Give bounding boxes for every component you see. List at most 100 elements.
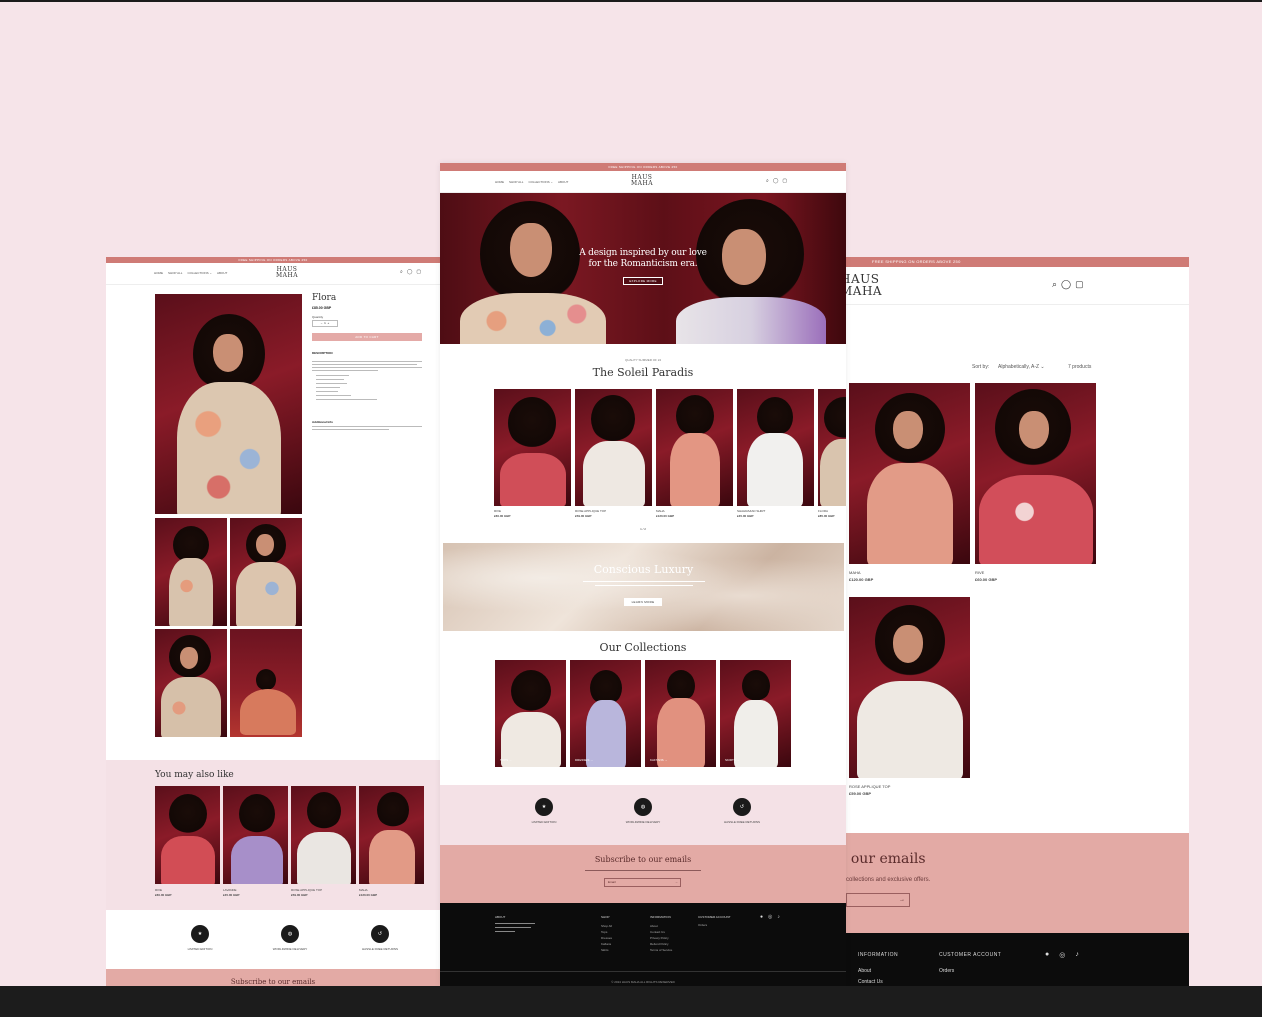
- tiktok-icon[interactable]: ♪: [777, 914, 780, 920]
- also-like-name-2: LAVANDE: [223, 888, 237, 892]
- quantity-stepper[interactable]: − 1 +: [312, 320, 338, 327]
- tiktok-icon[interactable]: ♪: [1075, 951, 1079, 959]
- soleil-paradis-heading: The Soleil Paradis: [592, 366, 694, 379]
- collection-card-price-3: £59.00 GBP: [849, 791, 872, 796]
- footer-link-terms[interactable]: Terms of Service: [650, 947, 672, 953]
- learn-more-button[interactable]: LEARN MORE: [624, 598, 662, 606]
- carousel-card-image-3[interactable]: [656, 389, 733, 506]
- footer-about-text: [495, 923, 535, 932]
- feature-hassle-free-returns: ↺ HASSLE FREE RETURNS: [714, 798, 770, 824]
- instagram-icon[interactable]: ◎: [768, 914, 772, 920]
- facebook-icon[interactable]: ●: [1045, 951, 1049, 959]
- nav-about[interactable]: ABOUT: [217, 271, 227, 275]
- center-announcement-bar: FREE SHIPPING ON ORDERS ABOVE 250: [440, 163, 846, 171]
- user-icon[interactable]: ◯: [407, 269, 413, 275]
- footer-account-heading: CUSTOMER ACCOUNT: [698, 915, 731, 919]
- also-like-card-2[interactable]: [223, 786, 288, 884]
- collection-tops-tile[interactable]: TOPS →: [495, 660, 566, 767]
- right-email-submit[interactable]: →: [846, 893, 910, 907]
- nav-home[interactable]: HOME: [495, 180, 504, 184]
- additional-info-heading: Additional Info: [312, 420, 333, 424]
- right-footer-orders-link[interactable]: Orders: [939, 968, 954, 974]
- also-like-price-3: £59.00 GBP: [291, 893, 308, 897]
- brand-logo[interactable]: HAUS MAHA: [276, 267, 298, 279]
- also-like-card-1[interactable]: [155, 786, 220, 884]
- carousel-card-image-4[interactable]: [737, 389, 814, 506]
- feature-limited-edition: ★ LIMITED EDITION: [516, 798, 572, 824]
- left-subscribe-band: Subscribe to our emails: [106, 969, 440, 986]
- right-footer-about-link[interactable]: About: [858, 968, 871, 974]
- footer-info-heading: INFORMATION: [650, 915, 671, 919]
- product-main-image[interactable]: [155, 294, 302, 514]
- hero-title: A design inspired by our love for the Rom…: [579, 248, 707, 269]
- center-site-header: HOME SHOP ALL COLLECTIONS ⌄ ABOUT HAUS MA…: [440, 171, 846, 193]
- right-announcement-bar: FREE SHIPPING ON ORDERS ABOVE 250: [846, 257, 1189, 267]
- quantity-label: Quantity: [312, 315, 324, 319]
- right-brand-logo[interactable]: HAUSMAHA: [846, 273, 882, 297]
- facebook-icon[interactable]: ●: [760, 914, 763, 920]
- collection-dresses-tile[interactable]: DRESSES →: [570, 660, 641, 767]
- bag-icon[interactable]: ▢: [1075, 279, 1084, 290]
- hero-explore-button[interactable]: EXPLORE MORE: [623, 277, 663, 285]
- center-footer: ABOUT SHOP Shop All Tops Dresses Kaftans…: [440, 903, 846, 986]
- search-icon[interactable]: ⌕: [400, 269, 403, 275]
- product-price: £85.00 GBP: [312, 306, 332, 310]
- collection-kaftans-tile[interactable]: KAFTANS →: [645, 660, 716, 767]
- nav-collections[interactable]: COLLECTIONS ⌄: [528, 180, 553, 184]
- also-like-card-4[interactable]: [359, 786, 424, 884]
- additional-info-text: [312, 426, 422, 430]
- feature-worldwide-delivery: ◍ WORLDWIDE DELIVERY: [262, 925, 318, 951]
- product-thumb-4[interactable]: [230, 629, 302, 737]
- carousel-card-image-5[interactable]: [818, 389, 846, 506]
- center-header-icons: ⌕ ◯ ▢: [766, 178, 787, 184]
- nav-about[interactable]: ABOUT: [558, 180, 568, 184]
- nav-shop-all[interactable]: SHOP ALL: [509, 180, 523, 184]
- site-header: HOME SHOP ALL COLLECTIONS ⌄ ABOUT HAUS MA…: [106, 263, 440, 285]
- product-thumb-1[interactable]: [155, 518, 227, 626]
- carousel-card-image-2[interactable]: [575, 389, 652, 506]
- collection-card-price-2: £60.00 GBP: [975, 577, 998, 582]
- instagram-icon[interactable]: ◎: [1059, 951, 1065, 959]
- search-icon[interactable]: ⌕: [1052, 279, 1057, 290]
- add-to-cart-button[interactable]: ADD TO CART: [312, 333, 422, 341]
- footer-copyright: © 2024 HAUS MAHA ALL RIGHTS RESERVED: [611, 980, 675, 984]
- nav-collections[interactable]: COLLECTIONS ⌄: [187, 271, 212, 275]
- sort-select[interactable]: Alphabetically, A-Z ⌄: [998, 364, 1045, 370]
- right-footer-contact-link[interactable]: Contact Us: [858, 979, 883, 985]
- product-page-mockup: FREE SHIPPING ON ORDERS ABOVE 250 HOME S…: [106, 257, 440, 986]
- right-subscribe-sub: collections and exclusive offers.: [846, 877, 931, 883]
- user-icon[interactable]: ◯: [1061, 279, 1071, 290]
- limited-badge-icon: ★: [535, 798, 553, 816]
- nav-home[interactable]: HOME: [154, 271, 163, 275]
- collection-page-mockup: FREE SHIPPING ON ORDERS ABOVE 250 HAUSMA…: [846, 257, 1189, 986]
- also-like-card-3[interactable]: [291, 786, 356, 884]
- footer-link-orders[interactable]: Orders: [698, 923, 707, 927]
- bag-icon[interactable]: ▢: [782, 178, 787, 184]
- product-thumb-2[interactable]: [230, 518, 302, 626]
- carousel-card-image-1[interactable]: [494, 389, 571, 506]
- carousel-name-3: MAHA: [656, 509, 665, 513]
- center-brand-logo[interactable]: HAUS MAHA: [631, 175, 653, 187]
- limited-badge-icon: ★: [191, 925, 209, 943]
- collection-card-image-1[interactable]: [849, 383, 970, 564]
- collection-card-image-2[interactable]: [975, 383, 1096, 564]
- home-page-mockup: FREE SHIPPING ON ORDERS ABOVE 250 HOME S…: [440, 163, 846, 986]
- center-subscribe-band: Subscribe to our emails Email →: [440, 845, 846, 903]
- footer-info-links: About Contact Us Privacy Policy Refund P…: [650, 923, 672, 953]
- collection-card-image-3[interactable]: [849, 597, 970, 778]
- collection-skirts-tile[interactable]: SKIRTS →: [720, 660, 791, 767]
- user-icon[interactable]: ◯: [773, 178, 779, 184]
- nav-shop-all[interactable]: SHOP ALL: [168, 271, 182, 275]
- carousel-pager[interactable]: 1 / 2: [440, 527, 846, 531]
- footer-link-skirts[interactable]: Skirts: [601, 947, 612, 953]
- right-subscribe-band: o our emails collections and exclusive o…: [846, 833, 1189, 933]
- right-footer: INFORMATION About Contact Us CUSTOMER AC…: [846, 933, 1189, 986]
- carousel-name-1: RIVE: [494, 509, 502, 513]
- also-like-name-4: MAHA: [359, 888, 368, 892]
- search-icon[interactable]: ⌕: [766, 178, 769, 184]
- product-thumb-3[interactable]: [155, 629, 227, 737]
- description-text: [312, 361, 422, 403]
- also-like-price-4: £120.00 GBP: [359, 893, 378, 897]
- center-email-input[interactable]: Email →: [604, 878, 681, 887]
- bag-icon[interactable]: ▢: [416, 269, 421, 275]
